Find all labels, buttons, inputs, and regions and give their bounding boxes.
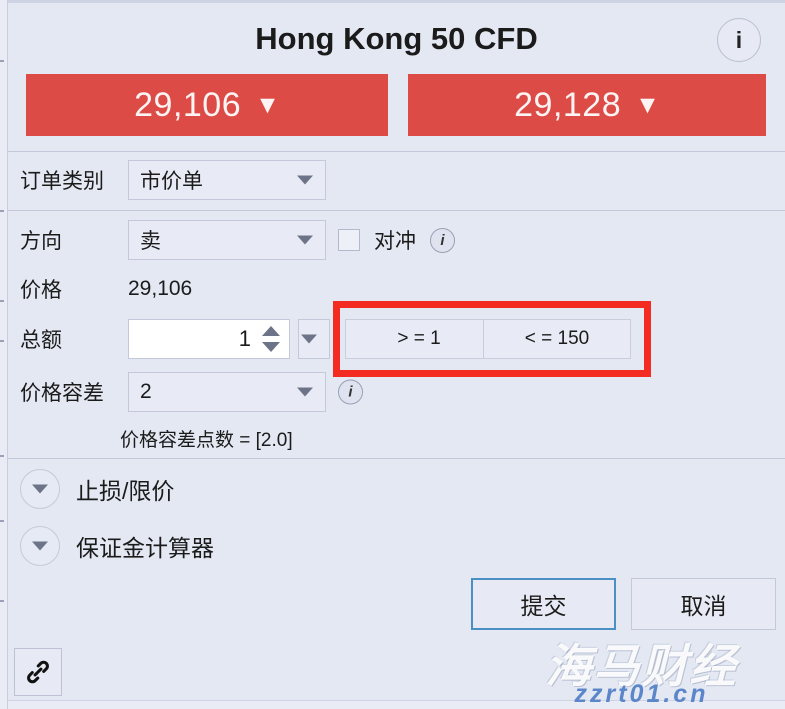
chevron-down-icon [297,175,313,185]
direction-value: 卖 [140,230,161,253]
chevron-down-icon[interactable] [20,469,60,509]
quantity-label: 总额 [20,329,62,352]
chevron-down-icon [297,387,313,397]
quantity-value: 1 [238,326,251,351]
price-buttons: 29,106 ▼ 29,128 ▼ [26,74,766,136]
price-tolerance-label: 价格容差 [20,382,104,405]
submit-button[interactable]: 提交 [471,578,616,630]
hedge-label: 对冲 [374,230,416,253]
ticket-header: Hong Kong 50 CFD i 29,106 ▼ 29,128 ▼ [8,3,785,151]
section-label: 止损/限价 [76,478,175,504]
chain-link-icon[interactable] [14,648,62,696]
hedge-group: 对冲 i [338,225,455,255]
direction-label: 方向 [20,230,62,253]
cancel-button[interactable]: 取消 [631,578,776,630]
price-tolerance-row: 价格容差 2 i [8,368,785,416]
section-margin-calculator[interactable]: 保证金计算器 [8,518,785,574]
price-tolerance-value: 2 [140,380,152,403]
instrument-title: Hong Kong 50 CFD [255,21,538,56]
direction-row: 方向 卖 对冲 i [8,216,785,264]
section-stop-loss-limit[interactable]: 止损/限价 [8,461,785,517]
chevron-down-icon [301,334,317,344]
order-type-select[interactable]: 市价单 [128,160,326,200]
quantity-dropdown-button[interactable] [298,319,330,359]
divider [8,151,785,152]
quantity-min-button[interactable]: > = 1 [345,319,493,359]
price-row: 价格 29,106 [8,268,785,310]
direction-select[interactable]: 卖 [128,220,326,260]
order-ticket-panel: Hong Kong 50 CFD i 29,106 ▼ 29,128 ▼ 订单类… [0,0,785,709]
sell-price-value: 29,106 [134,85,242,124]
buy-price-button[interactable]: 29,128 ▼ [408,74,766,136]
quantity-increment-icon[interactable] [262,323,280,339]
down-arrow-icon: ▼ [635,90,660,119]
info-icon[interactable]: i [717,18,761,62]
panel-bottom-edge [8,700,785,709]
price-tolerance-note: 价格容差点数 = [2.0] [120,430,293,451]
hedge-checkbox[interactable] [338,229,360,251]
info-icon[interactable]: i [338,379,363,405]
chevron-down-icon[interactable] [20,526,60,566]
order-type-row: 订单类别 市价单 [8,156,785,204]
quantity-max-button[interactable]: < = 150 [483,319,631,359]
section-label: 保证金计算器 [76,535,214,561]
divider [8,210,785,211]
price-tolerance-select[interactable]: 2 [128,372,326,412]
quantity-stepper[interactable]: 1 [128,319,290,359]
price-value: 29,106 [128,277,193,300]
buy-price-value: 29,128 [514,85,622,124]
chevron-down-icon [297,235,313,245]
order-type-value: 市价单 [140,170,203,193]
quantity-decrement-icon[interactable] [262,339,280,355]
divider [8,458,785,459]
info-icon[interactable]: i [430,227,455,253]
down-arrow-icon: ▼ [255,90,280,119]
watermark: 海马财经 zzrt01.cn [498,630,785,709]
sell-price-button[interactable]: 29,106 ▼ [26,74,388,136]
price-label: 价格 [20,279,62,302]
watermark-brand: 海马财经 [545,640,738,692]
window-left-edge [0,0,8,709]
order-type-label: 订单类别 [20,170,104,193]
